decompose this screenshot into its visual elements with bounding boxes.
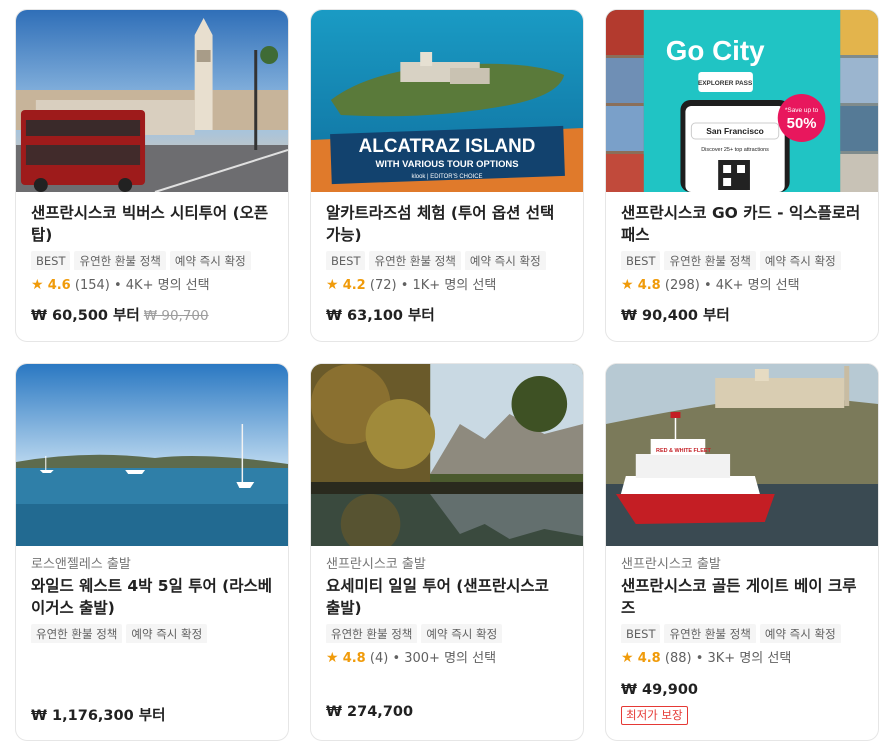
booked-count: • 3K+ 명의 선택 bbox=[695, 651, 792, 666]
bay-sailboats-photo bbox=[16, 364, 288, 546]
tag-instant: 예약 즉시 확정 bbox=[464, 251, 546, 270]
price: ₩ 49,900 bbox=[621, 682, 698, 698]
tag-instant: 예약 즉시 확정 bbox=[169, 251, 251, 270]
tag-refund: 유연한 환불 정책 bbox=[74, 251, 166, 270]
pass-name: EXPLORER PASS bbox=[698, 80, 753, 87]
bus-tour-photo bbox=[16, 10, 288, 192]
tag-list: 유연한 환불 정책 예약 즉시 확정 bbox=[326, 623, 568, 643]
departure-origin: 샌프란시스코 출발 bbox=[326, 557, 426, 572]
price-value: ₩ 90,400 부터 bbox=[621, 308, 730, 324]
booked-count: • 4K+ 명의 선택 bbox=[113, 278, 210, 293]
product-card[interactable]: 로스앤젤레스 출발 와일드 웨스트 4박 5일 투어 (라스베이거스 출발) 유… bbox=[15, 363, 289, 741]
image-tagline: klook | EDITOR'S CHOICE bbox=[412, 174, 483, 180]
tag-best: BEST bbox=[621, 624, 661, 643]
review-count: (298) bbox=[664, 278, 700, 293]
product-title[interactable]: 요세미티 일일 투어 (샌프란시스코 출발) bbox=[326, 575, 568, 619]
save-label: *Save up to bbox=[785, 107, 819, 114]
star-icon: ★ bbox=[326, 277, 339, 293]
product-card[interactable]: ALCATRAZ ISLAND WITH VARIOUS TOUR OPTION… bbox=[310, 9, 584, 342]
product-card[interactable]: RED & WHITE FLEET 샌프란시스코 출발 샌프란시스코 골든 게이… bbox=[605, 363, 879, 741]
departure-origin: 샌프란시스코 출발 bbox=[621, 557, 721, 572]
product-title[interactable]: 알카트라즈섬 체험 (투어 옵션 선택 가능) bbox=[326, 202, 568, 246]
rating-score: 4.6 bbox=[47, 278, 71, 293]
original-price: ₩ 90,700 bbox=[143, 308, 209, 324]
product-image[interactable] bbox=[16, 364, 288, 546]
tag-best: BEST bbox=[621, 251, 661, 270]
rating-row: ★ 4.8 (4) • 300+ 명의 선택 bbox=[326, 649, 568, 668]
rating-score: 4.8 bbox=[637, 278, 661, 293]
tag-refund: 유연한 환불 정책 bbox=[31, 624, 123, 643]
product-image[interactable] bbox=[16, 10, 288, 192]
tag-list: 유연한 환불 정책 예약 즉시 확정 bbox=[31, 623, 273, 643]
review-count: (72) bbox=[369, 278, 397, 293]
tag-best: BEST bbox=[31, 251, 71, 270]
price: ₩ 90,400 부터 bbox=[621, 304, 730, 325]
product-card[interactable]: 샌프란시스코 빅버스 시티투어 (오픈탑) BEST 유연한 환불 정책 예약 즉시… bbox=[15, 9, 289, 342]
tag-list: BEST 유연한 환불 정책 예약 즉시 확정 bbox=[621, 623, 863, 643]
tag-instant: 예약 즉시 확정 bbox=[759, 624, 841, 643]
product-image[interactable]: Go City EXPLORER PASS San Francisco Disc… bbox=[606, 10, 878, 192]
yosemite-photo bbox=[311, 364, 583, 546]
pass-city: San Francisco bbox=[706, 126, 764, 136]
review-count: (88) bbox=[664, 651, 692, 666]
product-image[interactable]: RED & WHITE FLEET bbox=[606, 364, 878, 546]
booked-count: • 4K+ 명의 선택 bbox=[703, 278, 800, 293]
star-icon: ★ bbox=[326, 650, 339, 666]
tag-best: BEST bbox=[326, 251, 366, 270]
price-value: ₩ 1,176,300 부터 bbox=[31, 708, 166, 724]
star-icon: ★ bbox=[621, 650, 634, 666]
product-title[interactable]: 샌프란시스코 골든 게이트 베이 크루즈 bbox=[621, 575, 863, 619]
review-count: (154) bbox=[74, 278, 110, 293]
boat-name: RED & WHITE FLEET bbox=[656, 448, 711, 454]
rating-score: 4.8 bbox=[342, 651, 366, 666]
price-value: ₩ 63,100 부터 bbox=[326, 308, 435, 324]
rating-score: 4.2 bbox=[342, 278, 366, 293]
product-image[interactable]: ALCATRAZ ISLAND WITH VARIOUS TOUR OPTION… bbox=[311, 10, 583, 192]
tag-instant: 예약 즉시 확정 bbox=[759, 251, 841, 270]
save-percent: 50% bbox=[787, 115, 817, 132]
tag-instant: 예약 즉시 확정 bbox=[421, 624, 503, 643]
booked-count: • 1K+ 명의 선택 bbox=[400, 278, 497, 293]
rating-score: 4.8 bbox=[637, 651, 661, 666]
lowest-price-badge: 최저가 보장 bbox=[621, 706, 688, 725]
product-title[interactable]: 샌프란시스코 GO 카드 - 익스플로러 패스 bbox=[621, 202, 863, 246]
price-value: ₩ 60,500 부터 bbox=[31, 308, 140, 324]
product-image[interactable] bbox=[311, 364, 583, 546]
rating-row: ★ 4.6 (154) • 4K+ 명의 선택 bbox=[31, 276, 273, 295]
price-value: ₩ 274,700 bbox=[326, 704, 414, 720]
rating-row: ★ 4.2 (72) • 1K+ 명의 선택 bbox=[326, 276, 568, 295]
star-icon: ★ bbox=[621, 277, 634, 293]
image-subcaption: WITH VARIOUS TOUR OPTIONS bbox=[375, 159, 518, 170]
price: ₩ 274,700 bbox=[326, 704, 413, 720]
star-icon: ★ bbox=[31, 277, 44, 293]
price: ₩ 1,176,300 부터 bbox=[31, 704, 165, 725]
pass-discover: Discover 25+ top attractions bbox=[701, 147, 769, 153]
product-card[interactable]: Go City EXPLORER PASS San Francisco Disc… bbox=[605, 9, 879, 342]
product-card[interactable]: 샌프란시스코 출발 요세미티 일일 투어 (샌프란시스코 출발) 유연한 환불 … bbox=[310, 363, 584, 741]
price: ₩ 60,500 부터 ₩ 90,700 bbox=[31, 304, 209, 325]
alcatraz-photo: ALCATRAZ ISLAND WITH VARIOUS TOUR OPTION… bbox=[311, 10, 583, 192]
product-title[interactable]: 와일드 웨스트 4박 5일 투어 (라스베이거스 출발) bbox=[31, 575, 273, 619]
image-caption: ALCATRAZ ISLAND bbox=[359, 136, 536, 157]
tag-refund: 유연한 환불 정책 bbox=[664, 624, 756, 643]
tag-list: BEST 유연한 환불 정책 예약 즉시 확정 bbox=[621, 250, 863, 270]
tag-refund: 유연한 환불 정책 bbox=[369, 251, 461, 270]
bay-cruise-photo: RED & WHITE FLEET bbox=[606, 364, 878, 546]
rating-row: ★ 4.8 (88) • 3K+ 명의 선택 bbox=[621, 649, 863, 668]
price: ₩ 63,100 부터 bbox=[326, 304, 435, 325]
tag-list: BEST 유연한 환불 정책 예약 즉시 확정 bbox=[31, 250, 273, 270]
tag-refund: 유연한 환불 정책 bbox=[664, 251, 756, 270]
go-city-logo: Go City bbox=[666, 35, 765, 66]
tag-list: BEST 유연한 환불 정책 예약 즉시 확정 bbox=[326, 250, 568, 270]
tag-refund: 유연한 환불 정책 bbox=[326, 624, 418, 643]
rating-row: ★ 4.8 (298) • 4K+ 명의 선택 bbox=[621, 276, 863, 295]
product-title[interactable]: 샌프란시스코 빅버스 시티투어 (오픈탑) bbox=[31, 202, 273, 246]
go-city-pass-photo: Go City EXPLORER PASS San Francisco Disc… bbox=[606, 10, 878, 192]
departure-origin: 로스앤젤레스 출발 bbox=[31, 557, 131, 572]
review-count: (4) bbox=[369, 651, 389, 666]
price-value: ₩ 49,900 bbox=[621, 682, 698, 698]
booked-count: • 300+ 명의 선택 bbox=[392, 651, 497, 666]
tag-instant: 예약 즉시 확정 bbox=[126, 624, 208, 643]
